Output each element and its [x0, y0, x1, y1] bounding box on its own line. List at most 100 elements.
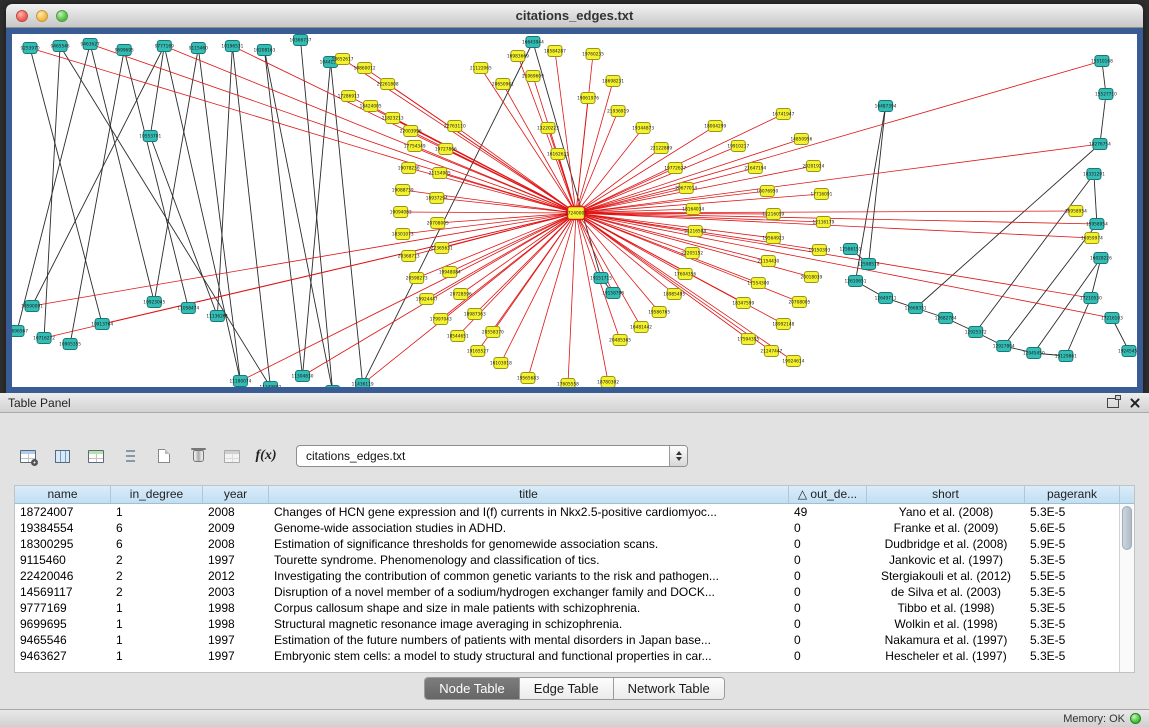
- graph-node[interactable]: 9253970: [20, 43, 39, 54]
- graph-node[interactable]: 10923045: [143, 297, 165, 308]
- scrollbar-thumb[interactable]: [1122, 506, 1132, 550]
- float-panel-icon[interactable]: [1107, 398, 1119, 408]
- graph-node[interactable]: 17210530: [1080, 293, 1102, 304]
- graph-node[interactable]: 22205152: [681, 248, 703, 259]
- graph-node[interactable]: 20201924: [802, 161, 824, 172]
- row-height-button[interactable]: [116, 444, 144, 469]
- graph-node[interactable]: 20650961: [492, 79, 514, 90]
- graph-node[interactable]: 20558370: [482, 327, 504, 338]
- column-header[interactable]: △ out_de...: [789, 486, 867, 503]
- graph-node[interactable]: 19924614: [782, 356, 804, 367]
- function-builder-button[interactable]: f(x): [252, 444, 280, 469]
- graph-node[interactable]: 20677014: [675, 183, 697, 194]
- graph-node[interactable]: 19094083: [390, 207, 412, 218]
- graph-node[interactable]: 22365631: [431, 243, 453, 254]
- graph-node[interactable]: 18276754: [1089, 139, 1111, 150]
- graph-node[interactable]: 10913764: [91, 319, 113, 330]
- column-header[interactable]: in_degree: [111, 486, 203, 503]
- graph-node[interactable]: 9777169: [155, 41, 174, 52]
- graph-node[interactable]: 13129861: [1055, 351, 1077, 362]
- table-selector-combobox[interactable]: citations_edges.txt: [296, 445, 688, 467]
- graph-node[interactable]: 20598273: [406, 273, 428, 284]
- graph-node[interactable]: 21122065: [470, 63, 492, 74]
- column-chooser-button[interactable]: [48, 444, 76, 469]
- import-table-button[interactable]: [82, 444, 110, 469]
- graph-node[interactable]: 21069609: [522, 71, 544, 82]
- graph-node[interactable]: 11436119: [352, 379, 374, 388]
- graph-node[interactable]: 19760235: [582, 49, 604, 60]
- graph-node[interactable]: 18301073: [392, 229, 414, 240]
- tab-edge-table[interactable]: Edge Table: [520, 678, 614, 699]
- table-settings-button[interactable]: [14, 444, 42, 469]
- graph-node[interactable]: 19586765: [648, 307, 670, 318]
- column-header[interactable]: short: [867, 486, 1025, 503]
- graph-node[interactable]: 18698231: [602, 76, 624, 87]
- graph-node[interactable]: 21154430: [757, 256, 779, 267]
- graph-node[interactable]: 16162631: [547, 149, 569, 160]
- graph-node[interactable]: 18937294: [426, 193, 448, 204]
- graph-node[interactable]: 9115460: [189, 43, 208, 54]
- graph-node[interactable]: 17594395: [737, 334, 759, 345]
- graph-node[interactable]: 19078236: [398, 163, 420, 174]
- close-panel-icon[interactable]: [1129, 397, 1141, 409]
- table-row[interactable]: 2242004622012Investigating the contribut…: [15, 568, 1134, 584]
- graph-node[interactable]: 10208163: [254, 45, 276, 56]
- table-row[interactable]: 1872400712008Changes of HCN gene express…: [15, 504, 1134, 520]
- column-header[interactable]: year: [203, 486, 269, 503]
- table-row[interactable]: 1456911722003Disruption of a novel membe…: [15, 584, 1134, 600]
- graph-node[interactable]: 14850956: [790, 134, 812, 145]
- graph-node[interactable]: 19151715: [590, 273, 612, 284]
- table-row[interactable]: 969969511998Structural magnetic resonanc…: [15, 616, 1134, 632]
- graph-node[interactable]: 17554300: [747, 278, 769, 289]
- graph-node[interactable]: 9463627: [81, 39, 100, 50]
- graph-node[interactable]: 10716272: [33, 333, 55, 344]
- graph-node[interactable]: 18331291: [1083, 169, 1105, 180]
- table-row[interactable]: 946554611997Estimation of the future num…: [15, 632, 1134, 648]
- graph-node[interactable]: 12945450: [1023, 348, 1045, 359]
- graph-node[interactable]: 10553701: [139, 131, 161, 142]
- graph-node[interactable]: 19344873: [632, 123, 654, 134]
- table-row[interactable]: 911546021997Tourette syndrome. Phenomeno…: [15, 552, 1134, 568]
- graph-node[interactable]: 12586151: [840, 244, 862, 255]
- graph-node[interactable]: 20708005: [788, 297, 810, 308]
- graph-node[interactable]: 11249802: [260, 382, 282, 388]
- graph-node[interactable]: 22763110: [444, 121, 466, 132]
- graph-node[interactable]: 19165527: [467, 346, 489, 357]
- graph-node[interactable]: 20485365: [609, 335, 631, 346]
- graph-node[interactable]: 21647194: [744, 163, 766, 174]
- table-row[interactable]: 1830029562008Estimation of significance …: [15, 536, 1134, 552]
- graph-node[interactable]: 12668351: [905, 303, 927, 314]
- graph-node[interactable]: 10905355: [59, 339, 81, 350]
- graph-node[interactable]: 22261808: [377, 79, 399, 90]
- graph-node[interactable]: 17605558: [557, 379, 579, 388]
- delete-table-button[interactable]: [184, 444, 212, 469]
- graph-node[interactable]: 18544651: [447, 331, 469, 342]
- close-window-button[interactable]: [16, 10, 28, 22]
- tab-network-table[interactable]: Network Table: [614, 678, 724, 699]
- graph-node[interactable]: 17754349: [404, 141, 426, 152]
- graph-node[interactable]: 19910217: [727, 141, 749, 152]
- graph-node[interactable]: 21247447: [760, 346, 782, 357]
- graph-node[interactable]: 19860012: [354, 63, 376, 74]
- graph-node[interactable]: 22122889: [650, 143, 672, 154]
- graph-node[interactable]: 10696567: [12, 326, 28, 337]
- window-titlebar[interactable]: citations_edges.txt: [6, 4, 1143, 28]
- table-row[interactable]: 946362711997Embryonic stem cells: a mode…: [15, 648, 1134, 664]
- graph-node[interactable]: 17716091: [810, 189, 832, 200]
- graph-node[interactable]: 11381110: [322, 386, 344, 388]
- graph-node[interactable]: 21936919: [607, 106, 629, 117]
- graph-node[interactable]: 19061976: [577, 93, 599, 104]
- graph-node[interactable]: 16028226: [1090, 253, 1112, 264]
- graph-node[interactable]: 16983669: [507, 51, 529, 62]
- graph-node[interactable]: 11136261: [206, 311, 228, 322]
- graph-node[interactable]: 20708005: [427, 218, 449, 229]
- graph-node[interactable]: 12610651: [845, 276, 867, 287]
- graph-node[interactable]: 15958954: [1086, 219, 1108, 230]
- table-row[interactable]: 977716911998Corpus callosum shape and si…: [15, 600, 1134, 616]
- graph-node[interactable]: 18584287: [544, 46, 566, 57]
- graph-node[interactable]: 17216103: [1101, 313, 1123, 324]
- network-svg[interactable]: 9253970946554694636279699695977716991154…: [12, 34, 1137, 387]
- graph-node[interactable]: 15527710: [1095, 89, 1117, 100]
- column-header[interactable]: pagerank: [1025, 486, 1120, 503]
- graph-node[interactable]: 9699695: [115, 45, 134, 56]
